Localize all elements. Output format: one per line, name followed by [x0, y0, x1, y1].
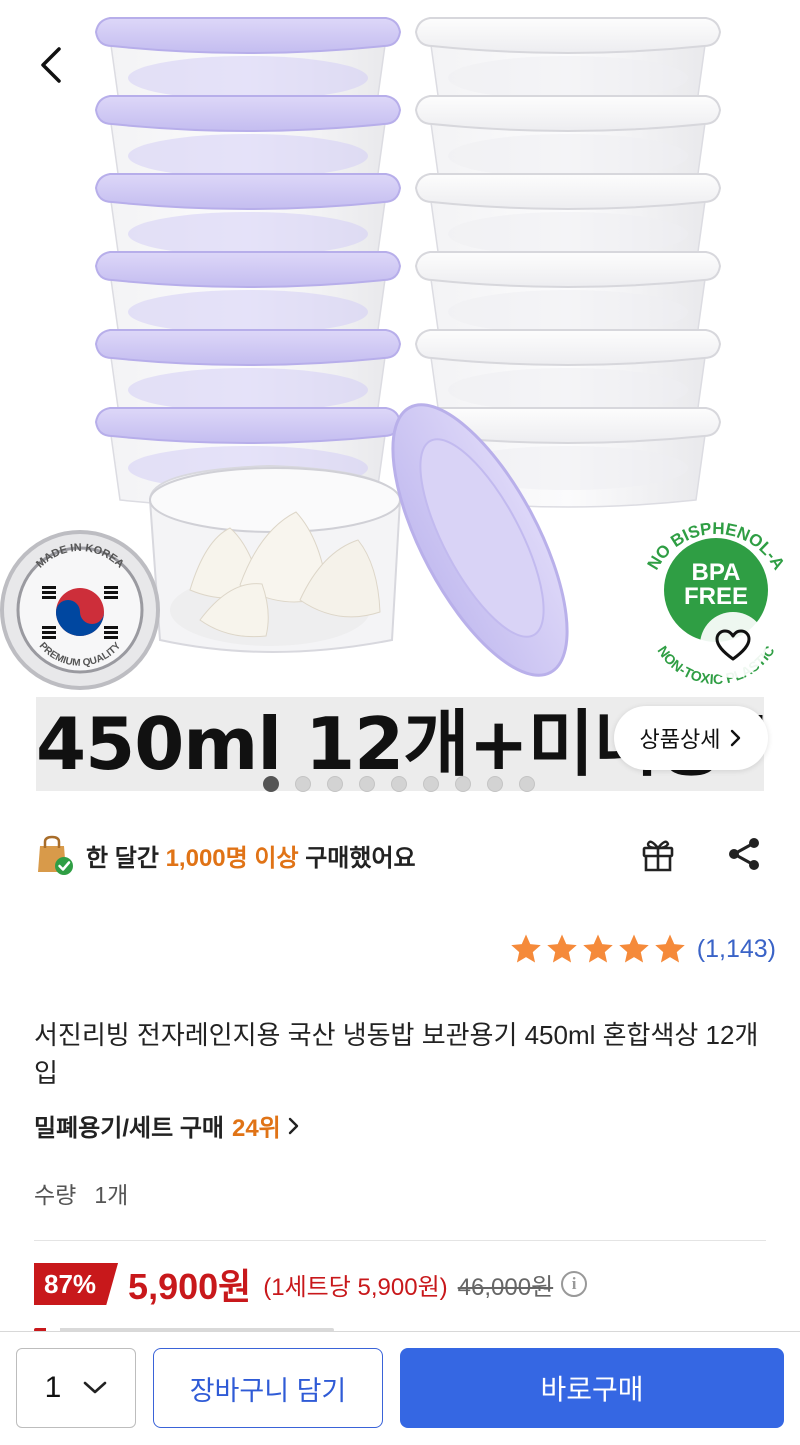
quantity-select[interactable]: 1 [16, 1348, 136, 1428]
buy-now-button[interactable]: 바로구매 [400, 1348, 784, 1428]
sale-price: 5,900원 [128, 1266, 252, 1307]
purchase-suffix: 구매했어요 [298, 844, 416, 872]
star-icon [619, 934, 649, 963]
quantity-select-value: 1 [44, 1371, 62, 1404]
add-to-cart-label: 장바구니 담기 [189, 1375, 347, 1406]
review-count: (1,143) [696, 934, 776, 963]
gift-button[interactable] [634, 830, 682, 878]
price-row: 87% 5,900원 (1세트당 5,900원) 46,000원 i [34, 1258, 588, 1310]
carousel-dot[interactable] [263, 776, 279, 792]
product-photo: MADE IN KOREA PREMIUM QUALITY NO BISPHEN… [0, 17, 800, 690]
chevron-right-icon [288, 1117, 298, 1134]
carousel-dot[interactable] [391, 776, 407, 792]
carousel-indicator[interactable] [263, 776, 535, 792]
purchase-count-text: 한 달간 1,000명 이상 구매했어요 [86, 838, 416, 873]
heart-icon [715, 629, 751, 661]
original-price: 46,000원 [457, 1273, 554, 1301]
carousel-dot[interactable] [455, 776, 471, 792]
made-in-korea-badge: MADE IN KOREA PREMIUM QUALITY [0, 530, 160, 690]
carousel-dot[interactable] [519, 776, 535, 792]
carousel-dot[interactable] [327, 776, 343, 792]
chevron-left-icon [41, 47, 61, 83]
carousel-dot[interactable] [295, 776, 311, 792]
purchase-prefix: 한 달간 [86, 844, 166, 872]
share-icon [729, 838, 759, 870]
shopping-bag-check-icon [38, 835, 73, 875]
product-detail-label: 상품상세 [639, 727, 721, 752]
gift-icon [642, 840, 674, 872]
info-icon[interactable]: i [561, 1271, 588, 1297]
share-button[interactable] [720, 830, 768, 878]
product-image-carousel[interactable]: MADE IN KOREA PREMIUM QUALITY NO BISPHEN… [0, 0, 800, 800]
rating-summary[interactable]: (1,143) [509, 932, 776, 966]
carousel-dot[interactable] [423, 776, 439, 792]
purchase-highlight: 1,000명 이상 [165, 844, 299, 872]
star-icon [511, 934, 541, 963]
purple-lid-container-stack [94, 17, 402, 508]
chevron-down-icon [84, 1381, 107, 1394]
carousel-dot[interactable] [359, 776, 375, 792]
quantity-value: 1개 [94, 1182, 129, 1208]
svg-text:FREE: FREE [684, 583, 748, 610]
back-button[interactable] [30, 40, 70, 90]
product-detail-button[interactable]: 상품상세 [614, 706, 768, 770]
purchase-action-bar: 1 장바구니 담기 바로구매 [0, 1331, 800, 1445]
category-label: 밀폐용기/세트 구매 [34, 1115, 224, 1142]
chevron-right-icon [731, 729, 741, 747]
star-icon [583, 934, 613, 963]
discount-badge: 87% [34, 1263, 119, 1305]
open-container-with-dumplings [148, 464, 402, 653]
svg-text:BPA: BPA [692, 559, 741, 586]
unit-price: (1세트당 5,900원) [263, 1273, 448, 1301]
quantity-info-row: 수량 1개 [34, 1176, 128, 1210]
add-to-cart-button[interactable]: 장바구니 담기 [153, 1348, 383, 1428]
quantity-label: 수량 [34, 1182, 77, 1208]
wishlist-button[interactable] [700, 612, 766, 678]
category-rank: 24위 [231, 1115, 281, 1142]
carousel-dot[interactable] [487, 776, 503, 792]
star-icon [655, 934, 685, 963]
product-title: 서진리빙 전자레인지용 국산 냉동밥 보관용기 450ml 혼합색상 12개입 [34, 1020, 759, 1088]
buy-now-label: 바로구매 [540, 1374, 644, 1405]
star-icon [547, 934, 577, 963]
category-rank-link[interactable]: 밀폐용기/세트 구매 24위 [34, 1108, 301, 1143]
section-divider [34, 1240, 766, 1241]
